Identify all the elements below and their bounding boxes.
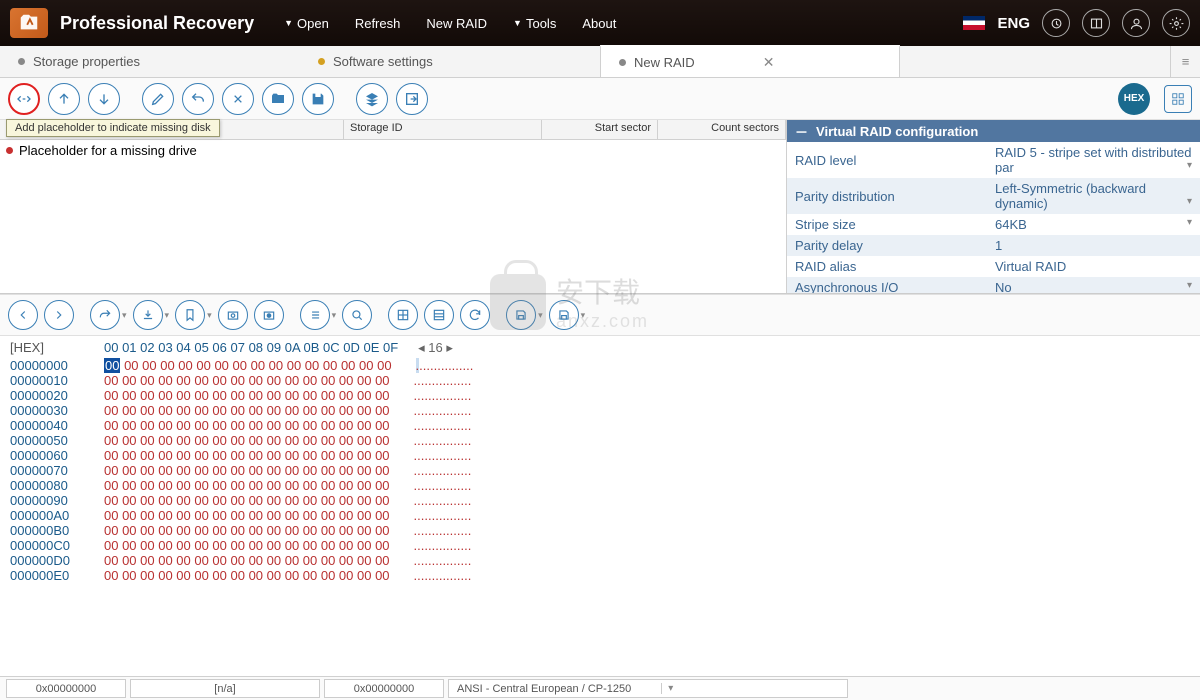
hex-row[interactable]: 000000A000 00 00 00 00 00 00 00 00 00 00… [0,508,1200,523]
status-offset[interactable]: 0x00000000 [6,679,126,698]
hex-row[interactable]: 0000000000 00 00 00 00 00 00 00 00 00 00… [0,358,1200,373]
redo-button[interactable] [90,300,120,330]
raid-row[interactable]: RAID levelRAID 5 - stripe set with distr… [787,142,1200,178]
col-start-sector[interactable]: Start sector [542,120,658,139]
hex-columns: 00 01 02 03 04 05 06 07 08 09 0A 0B 0C 0… [104,340,398,356]
grid1-button[interactable] [388,300,418,330]
col-storage-id[interactable]: Storage ID [344,120,542,139]
hex-row[interactable]: 000000D000 00 00 00 00 00 00 00 00 00 00… [0,553,1200,568]
language-selector[interactable]: ENG [997,15,1030,32]
nav-forward-button[interactable] [44,300,74,330]
refresh-hex-button[interactable] [460,300,490,330]
raid-config-panel: －Virtual RAID configuration RAID levelRA… [786,120,1200,293]
app-title: Professional Recovery [60,13,254,34]
tab-software-settings[interactable]: Software settings [300,46,600,77]
menu-open[interactable]: ▼Open [284,16,329,31]
hex-view[interactable]: [HEX] 00 01 02 03 04 05 06 07 08 09 0A 0… [0,336,1200,676]
status-selection[interactable]: [n/a] [130,679,320,698]
save-hex1-button[interactable] [506,300,536,330]
tabs-more-icon[interactable]: ≡ [1170,46,1200,77]
storage-list[interactable]: Placeholder for a missing drive [0,140,786,293]
delete-button[interactable] [222,83,254,115]
hex-toolbar: ▾ ▾ ▾ ▾ ▾ ▾ 安下载anxz.com [0,294,1200,336]
hex-row[interactable]: 000000E000 00 00 00 00 00 00 00 00 00 00… [0,568,1200,583]
tab-new-raid[interactable]: New RAID✕ [600,45,900,77]
app-logo [10,8,48,38]
raid-toolbar: Add placeholder to indicate missing disk… [0,78,1200,120]
save-button[interactable] [302,83,334,115]
add-placeholder-button[interactable]: Add placeholder to indicate missing disk [8,83,40,115]
hex-row[interactable]: 0000007000 00 00 00 00 00 00 00 00 00 00… [0,463,1200,478]
hex-row[interactable]: 000000C000 00 00 00 00 00 00 00 00 00 00… [0,538,1200,553]
capture-button[interactable] [218,300,248,330]
open-folder-button[interactable] [262,83,294,115]
col-count-sectors[interactable]: Count sectors [658,120,786,139]
bookmark-button[interactable] [175,300,205,330]
raid-row[interactable]: Parity delay1 [787,235,1200,256]
menu-refresh[interactable]: Refresh [355,16,401,31]
title-bar: Professional Recovery ▼Open Refresh New … [0,0,1200,46]
layout-icon[interactable] [1082,9,1110,37]
export-button[interactable] [396,83,428,115]
nav-back-button[interactable] [8,300,38,330]
status-dot-icon [6,147,13,154]
raid-row[interactable]: Parity distributionLeft-Symmetric (backw… [787,178,1200,214]
settings-icon[interactable] [1162,9,1190,37]
hex-label: [HEX] [10,340,104,356]
tooltip: Add placeholder to indicate missing disk [6,119,220,137]
close-tab-icon[interactable]: ✕ [763,54,775,71]
raid-row[interactable]: Stripe size64KB [787,214,1200,235]
storage-row-name: Placeholder for a missing drive [19,143,197,158]
menu-about[interactable]: About [582,16,616,31]
flag-icon [963,16,985,30]
move-down-button[interactable] [88,83,120,115]
hex-badge[interactable]: HEX [1118,83,1150,115]
grid2-button[interactable] [424,300,454,330]
hex-row[interactable]: 0000003000 00 00 00 00 00 00 00 00 00 00… [0,403,1200,418]
storage-panel: Storage name Storage ID Start sector Cou… [0,120,786,293]
raid-config-header[interactable]: －Virtual RAID configuration [787,120,1200,142]
status-encoding[interactable]: ANSI - Central European / CP-1250 [448,679,848,698]
download-button[interactable] [133,300,163,330]
hex-row[interactable]: 000000B000 00 00 00 00 00 00 00 00 00 00… [0,523,1200,538]
hex-row[interactable]: 0000009000 00 00 00 00 00 00 00 00 00 00… [0,493,1200,508]
edit-button[interactable] [142,83,174,115]
middle-section: Storage name Storage ID Start sector Cou… [0,120,1200,294]
layers-button[interactable] [356,83,388,115]
user-icon[interactable] [1122,9,1150,37]
save-hex2-button[interactable] [549,300,579,330]
move-up-button[interactable] [48,83,80,115]
hex-row[interactable]: 0000006000 00 00 00 00 00 00 00 00 00 00… [0,448,1200,463]
grid-view-button[interactable] [1164,85,1192,113]
hex-row[interactable]: 0000004000 00 00 00 00 00 00 00 00 00 00… [0,418,1200,433]
main-menu: ▼Open Refresh New RAID ▼Tools About [284,16,616,31]
tab-storage-properties[interactable]: Storage properties [0,46,300,77]
search-button[interactable] [342,300,372,330]
list-button[interactable] [300,300,330,330]
undo-button[interactable] [182,83,214,115]
raid-row[interactable]: RAID aliasVirtual RAID [787,256,1200,277]
hex-row[interactable]: 0000001000 00 00 00 00 00 00 00 00 00 00… [0,373,1200,388]
hex-page-nav[interactable]: ◂ 16 ▸ [418,340,453,356]
notification-icon[interactable] [1042,9,1070,37]
hex-row[interactable]: 0000008000 00 00 00 00 00 00 00 00 00 00… [0,478,1200,493]
tab-bar: Storage properties Software settings New… [0,46,1200,78]
storage-row[interactable]: Placeholder for a missing drive [0,140,786,160]
menu-new-raid[interactable]: New RAID [426,16,487,31]
hex-row[interactable]: 0000005000 00 00 00 00 00 00 00 00 00 00… [0,433,1200,448]
raid-row[interactable]: Asynchronous I/ONo [787,277,1200,293]
raid-config-table: RAID levelRAID 5 - stripe set with distr… [787,142,1200,293]
record-button[interactable] [254,300,284,330]
status-bar: 0x00000000 [n/a] 0x00000000 ANSI - Centr… [0,676,1200,700]
status-size[interactable]: 0x00000000 [324,679,444,698]
menu-tools[interactable]: ▼Tools [513,16,556,31]
hex-row[interactable]: 0000002000 00 00 00 00 00 00 00 00 00 00… [0,388,1200,403]
